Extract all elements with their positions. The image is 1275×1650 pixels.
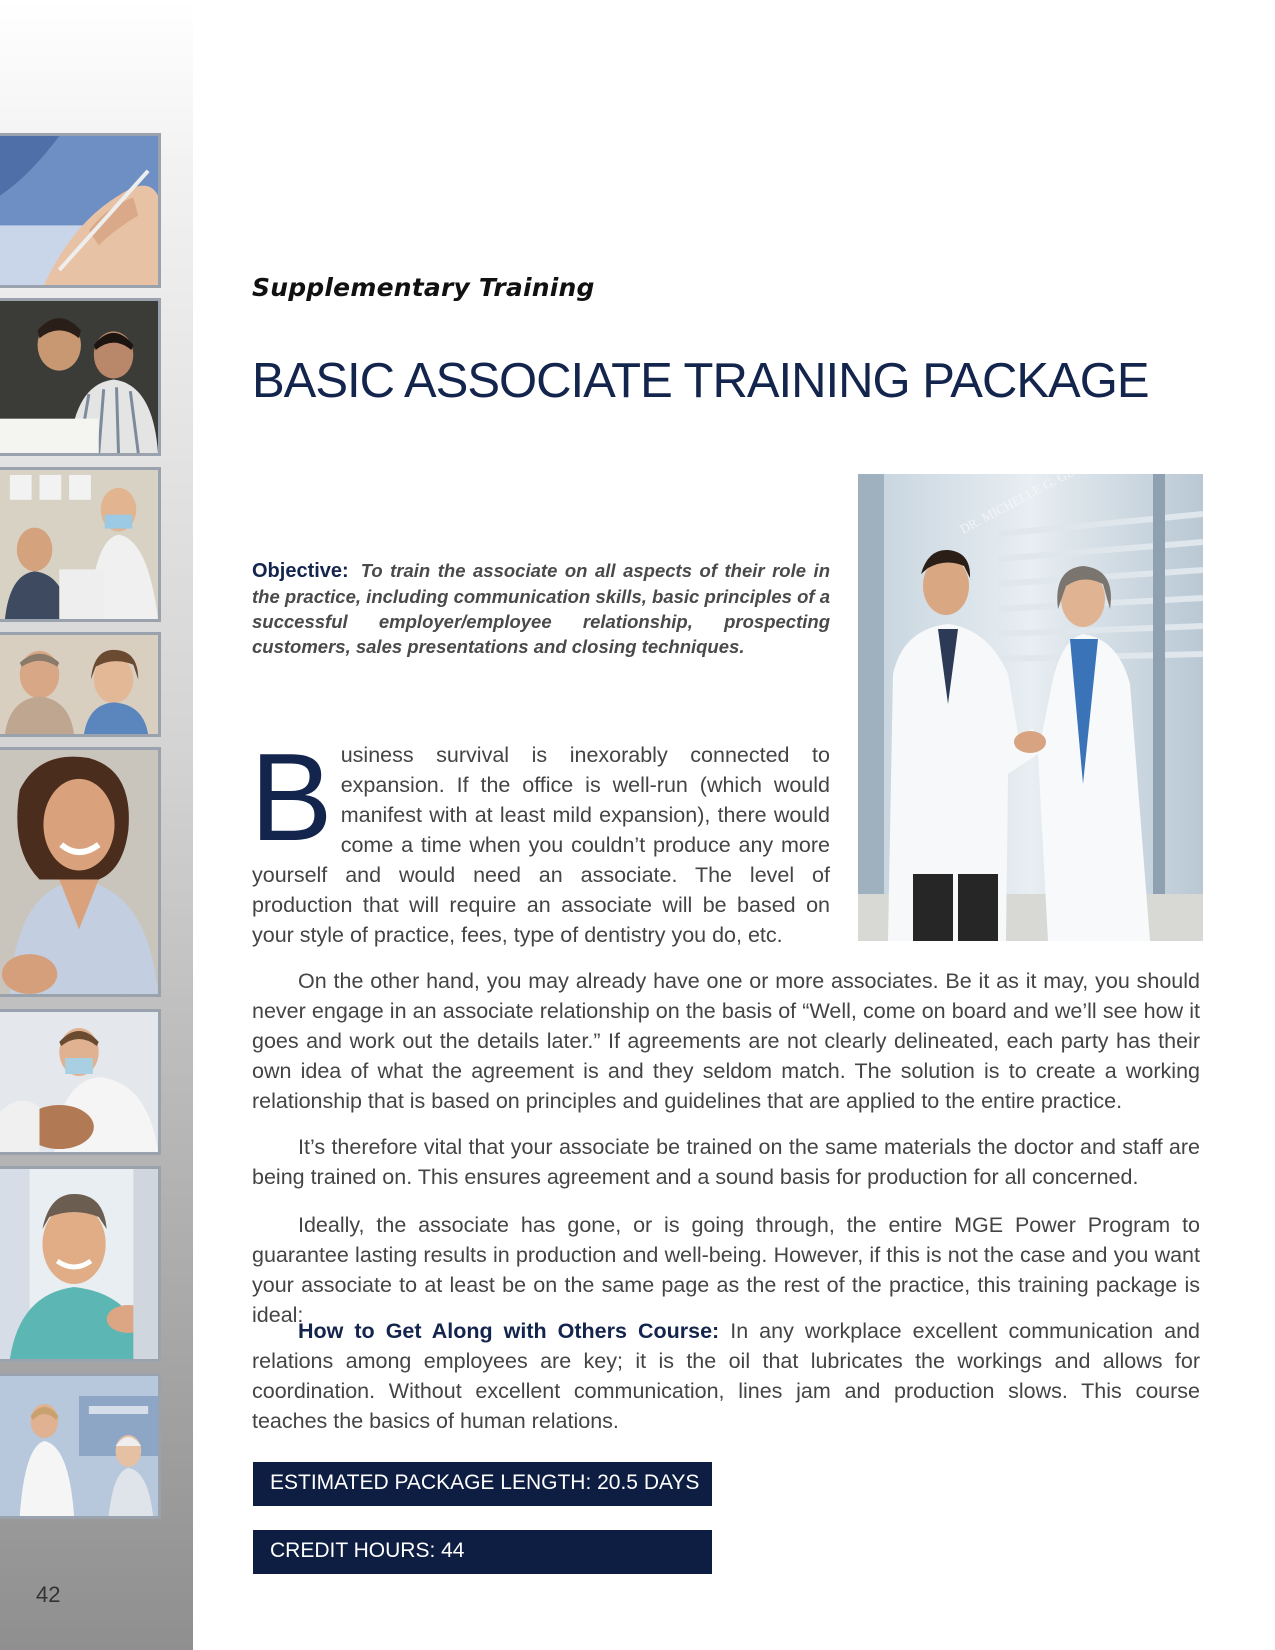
objective-label: Objective:	[252, 560, 349, 582]
drop-cap: B	[250, 729, 333, 867]
package-length-bar: ESTIMATED PACKAGE LENGTH: 20.5 DAYS	[253, 1462, 712, 1506]
paragraph-power-program: Ideally, the associate has gone, or is g…	[252, 1213, 1200, 1327]
paragraph-training: It’s therefore vital that your associate…	[252, 1135, 1200, 1189]
photo-smiling-man	[0, 1166, 161, 1362]
photo-man-writing	[0, 298, 161, 456]
sidebar-photo-strip: 42	[0, 0, 193, 1650]
course-title: How to Get Along with Others Course:	[298, 1319, 720, 1343]
photo-dentist-patient	[0, 1009, 161, 1155]
credit-hours-bar: CREDIT HOURS: 44	[253, 1530, 712, 1574]
photo-couple-phone	[0, 632, 161, 737]
intro-paragraph: Business survival is inexorably connecte…	[250, 729, 830, 950]
paragraph-course: How to Get Along with Others Course: In …	[252, 1316, 1200, 1436]
page-number: 42	[36, 1582, 61, 1607]
photo-office-meeting	[0, 1373, 161, 1519]
intro-text: usiness survival is inexorably connected…	[252, 743, 830, 947]
paragraph-associates: On the other hand, you may already have …	[252, 969, 1200, 1113]
photo-smiling-woman	[0, 747, 161, 997]
section-label: Supplementary Training	[252, 273, 595, 302]
page-title: BASIC ASSOCIATE TRAINING PACKAGE	[252, 354, 1150, 408]
photo-doctors-handshake: DR. MICHELLE G. GENERAL DENTIST	[858, 474, 1203, 941]
photo-hand-writing	[0, 133, 161, 288]
photo-dental-office	[0, 467, 161, 622]
objective-block: Objective: To train the associate on all …	[252, 558, 830, 659]
